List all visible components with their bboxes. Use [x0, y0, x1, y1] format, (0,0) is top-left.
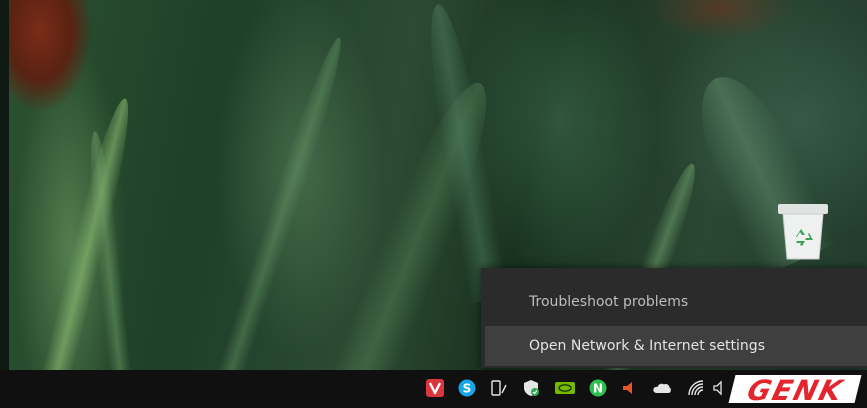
genk-watermark-logo: GENK	[726, 373, 866, 407]
onedrive-icon[interactable]	[652, 378, 672, 398]
recycle-bin-icon[interactable]	[774, 201, 832, 263]
svg-text:S: S	[463, 382, 472, 396]
speaker-alert-icon[interactable]	[619, 378, 639, 398]
menu-item-troubleshoot-problems[interactable]: Troubleshoot problems	[485, 282, 867, 322]
tablet-pen-icon[interactable]	[489, 378, 509, 398]
leaf-blade	[215, 33, 352, 385]
vivaldi-icon[interactable]	[425, 378, 445, 398]
wifi-icon[interactable]	[686, 378, 706, 398]
skype-icon[interactable]: S	[457, 378, 477, 398]
svg-text:N: N	[593, 382, 603, 396]
screen-edge	[0, 0, 9, 370]
windows-security-icon[interactable]	[521, 378, 541, 398]
nvidia-icon[interactable]	[555, 378, 575, 398]
n-app-icon[interactable]: N	[588, 378, 608, 398]
volume-icon[interactable]	[712, 378, 726, 398]
network-context-menu: Troubleshoot problems Open Network & Int…	[481, 268, 867, 368]
menu-item-open-network-settings[interactable]: Open Network & Internet settings	[485, 326, 867, 366]
svg-text:GENK: GENK	[744, 374, 847, 405]
desktop-screen: Troubleshoot problems Open Network & Int…	[0, 0, 867, 408]
